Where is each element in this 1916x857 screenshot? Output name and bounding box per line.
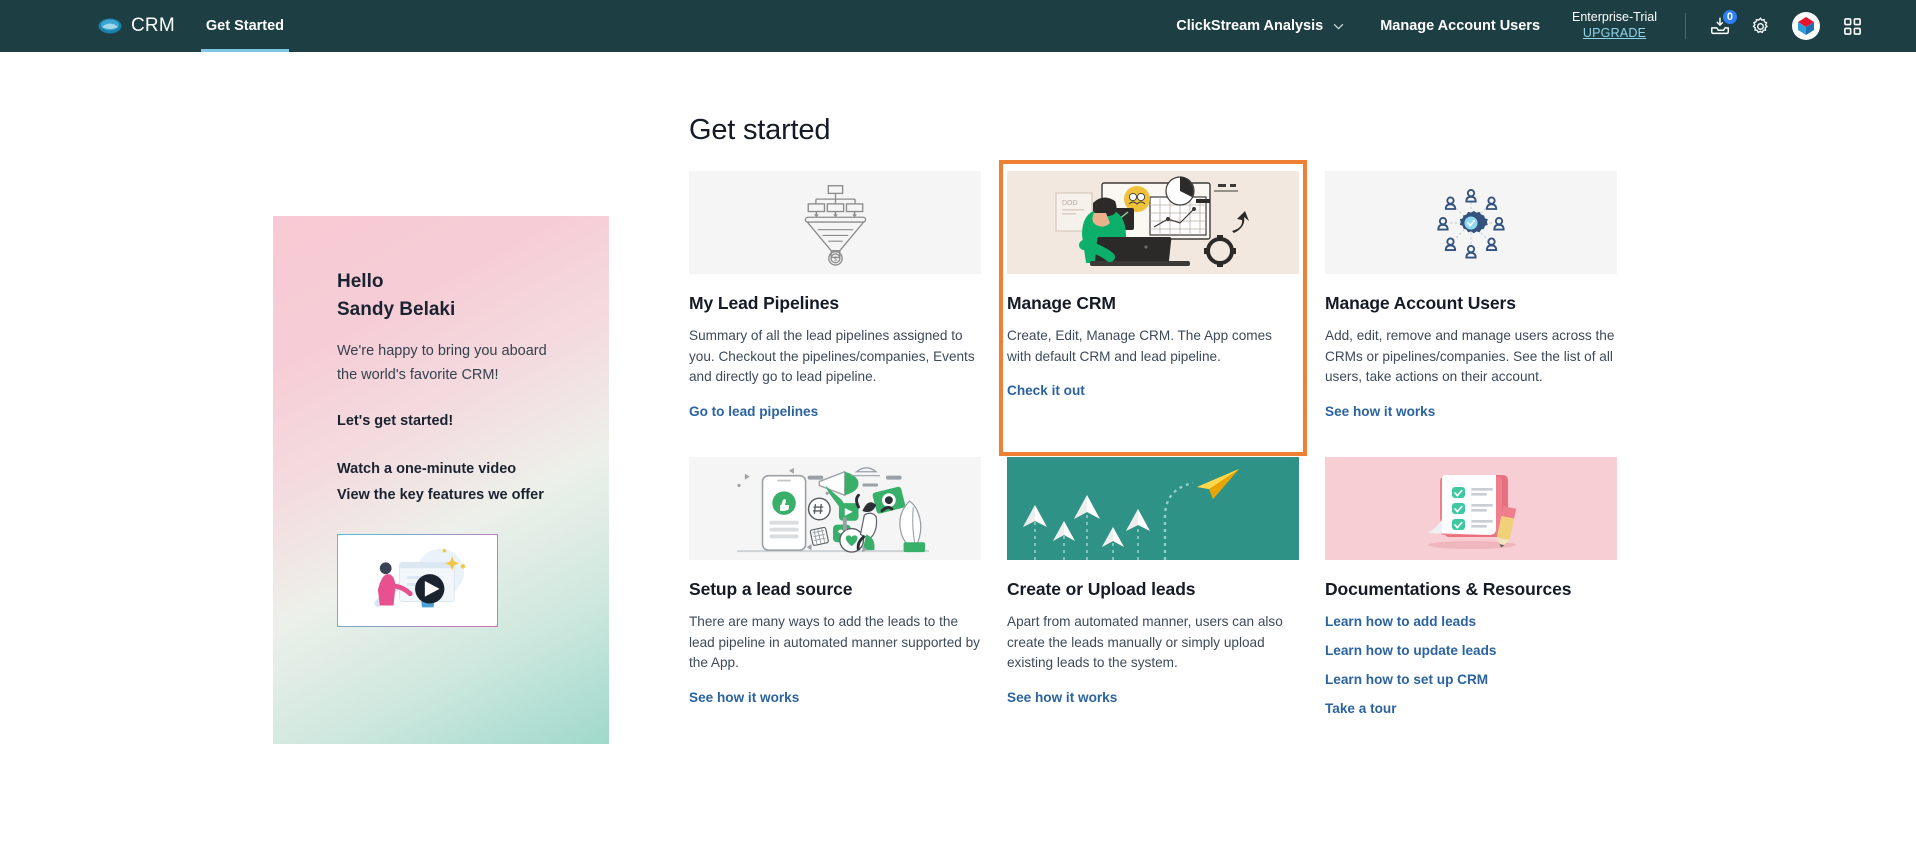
inbox-button[interactable]: 0: [1700, 6, 1740, 46]
svg-text:$: $: [834, 256, 838, 263]
card-description: Add, edit, remove and manage users acros…: [1325, 328, 1615, 385]
plan-info: Enterprise-Trial UPGRADE: [1558, 10, 1671, 41]
sales-funnel-icon: $: [792, 180, 878, 266]
card-my-lead-pipelines: $ My Lead Pipelines Summary of all the l…: [689, 171, 981, 421]
card-description: Summary of all the lead pipelines assign…: [689, 328, 975, 385]
welcome-user-name: Sandy Belaki: [337, 298, 456, 320]
card-media: [1325, 456, 1617, 560]
svg-text:DOD: DOD: [1062, 200, 1078, 207]
card-media: [1007, 456, 1299, 560]
upgrade-link[interactable]: UPGRADE: [1583, 26, 1646, 42]
card-documentations-and-resources: Documentations & Resources Learn how to …: [1325, 456, 1617, 716]
card-title: Manage CRM: [1007, 293, 1116, 313]
doc-link-set-up-crm[interactable]: Learn how to set up CRM: [1325, 672, 1617, 687]
card-title: My Lead Pipelines: [689, 293, 840, 313]
card-link-go-to-lead-pipelines[interactable]: Go to lead pipelines: [689, 404, 818, 419]
card-media: [1325, 171, 1617, 274]
card-media: DOD: [1007, 171, 1299, 274]
get-started-card-grid: $ My Lead Pipelines Summary of all the l…: [689, 160, 1617, 716]
settings-button[interactable]: [1740, 6, 1780, 46]
card-create-or-upload-leads: Create or Upload leads Apart from automa…: [1007, 456, 1299, 716]
welcome-card: Hello Sandy Belaki We're happy to bring …: [273, 216, 609, 744]
nav-link-manage-account-users[interactable]: Manage Account Users: [1362, 18, 1558, 34]
card-media: $: [689, 171, 981, 274]
apps-grid-icon: [1843, 17, 1862, 36]
doc-link-add-leads[interactable]: Learn how to add leads: [1325, 614, 1617, 629]
nav-divider: [1685, 13, 1686, 39]
cloud-crm-logo-icon: [98, 14, 122, 38]
page-title: Get started: [689, 114, 831, 146]
avatar: [1792, 12, 1820, 40]
card-description: There are many ways to add the leads to …: [689, 613, 980, 671]
tab-get-started[interactable]: Get Started: [200, 0, 290, 52]
users-network-gear-icon: [1429, 181, 1513, 265]
account-selector-label: ClickStream Analysis: [1176, 18, 1324, 34]
card-title: Create or Upload leads: [1007, 578, 1196, 599]
welcome-cta-text: Let's get started!: [337, 412, 454, 429]
nav-right-group: ClickStream Analysis Manage Account User…: [1158, 0, 1916, 52]
card-title: Documentations & Resources: [1325, 578, 1572, 599]
account-selector[interactable]: ClickStream Analysis: [1158, 18, 1362, 34]
welcome-hello: Hello: [337, 271, 384, 292]
paper-planes-icon: [1007, 456, 1299, 560]
nav-left-group: CRM Get Started: [0, 0, 290, 52]
brand[interactable]: CRM: [98, 0, 201, 52]
card-setup-a-lead-source: Setup a lead source There are many ways …: [689, 456, 981, 716]
plan-name: Enterprise-Trial: [1572, 10, 1657, 25]
card-description: Create, Edit, Manage CRM. The App comes …: [1007, 328, 1272, 364]
doc-link-take-a-tour[interactable]: Take a tour: [1325, 701, 1617, 716]
card-manage-account-users: Manage Account Users Add, edit, remove a…: [1325, 171, 1617, 421]
chevron-down-icon: [1333, 23, 1344, 30]
social-media-marketing-icon: [716, 460, 954, 556]
card-title: Setup a lead source: [689, 578, 853, 599]
person-at-desk-analytics-icon: DOD: [1038, 175, 1268, 271]
brand-name: CRM: [131, 15, 175, 36]
welcome-body-text: We're happy to bring you aboard the worl…: [337, 343, 547, 384]
doc-link-update-leads[interactable]: Learn how to update leads: [1325, 643, 1617, 658]
apps-button[interactable]: [1832, 6, 1872, 46]
card-title: Manage Account Users: [1325, 293, 1516, 313]
watch-video-link[interactable]: Watch a one-minute video: [337, 457, 561, 482]
gear-icon: [1750, 16, 1771, 37]
checklist-notepad-pencil-icon: [1406, 463, 1536, 553]
card-link-see-how-it-works[interactable]: See how it works: [689, 690, 799, 705]
video-thumbnail-illustration: [338, 535, 497, 627]
card-manage-crm: DOD Manage CRM Create, Edit, Manage CRM.…: [999, 160, 1307, 456]
tab-get-started-label: Get Started: [205, 18, 285, 34]
top-navigation-bar: CRM Get Started ClickStream Analysis Man…: [0, 0, 1916, 52]
avatar-button[interactable]: [1786, 6, 1826, 46]
card-link-see-how-it-works[interactable]: See how it works: [1007, 690, 1117, 705]
view-features-link[interactable]: View the key features we offer: [337, 483, 561, 508]
card-link-see-how-it-works[interactable]: See how it works: [1325, 404, 1435, 419]
documentation-links-list: Learn how to add leads Learn how to upda…: [1325, 614, 1617, 716]
card-description: Apart from automated manner, users can a…: [1007, 613, 1283, 671]
card-link-check-it-out[interactable]: Check it out: [1007, 383, 1085, 398]
inbox-badge-count: 0: [1720, 8, 1739, 26]
video-thumbnail[interactable]: [337, 534, 498, 628]
page-body: Get started Hello Sandy Belaki We're hap…: [0, 52, 1916, 857]
card-media: [689, 456, 981, 560]
